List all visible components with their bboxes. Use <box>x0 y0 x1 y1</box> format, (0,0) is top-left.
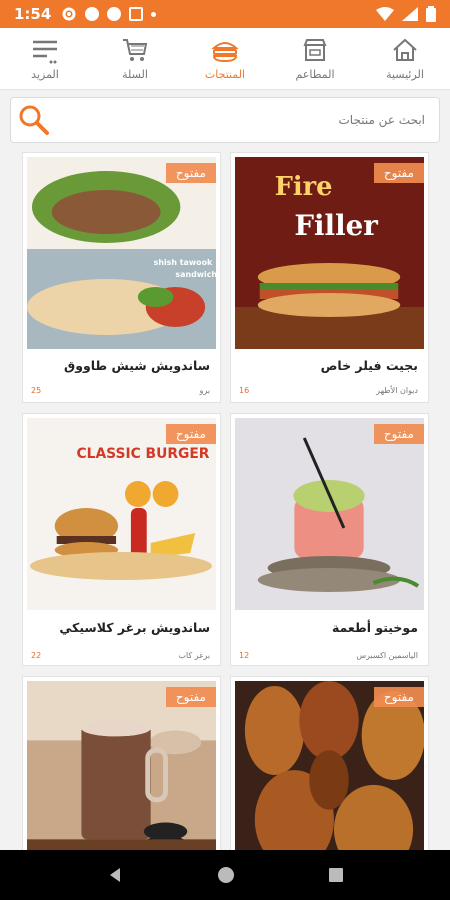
nav-label: المزيد <box>31 68 59 81</box>
product-store: برغر كاب <box>178 651 210 660</box>
status-bar: 1:54 <box>0 0 450 28</box>
product-card[interactable]: Fire Filler مفتوح بجيت فيلر خاص ديوان ال… <box>230 152 429 403</box>
home-button-icon[interactable] <box>217 866 235 884</box>
product-price: 22 <box>31 651 42 660</box>
restaurant-icon <box>303 39 327 61</box>
product-store: الياسمين اكسبرس <box>356 651 418 660</box>
back-icon[interactable] <box>106 866 124 884</box>
search-icon[interactable] <box>17 103 51 137</box>
home-icon <box>393 38 417 61</box>
product-store: برو <box>199 386 210 395</box>
product-card[interactable]: مفتوح <box>22 676 221 850</box>
svg-text:CLASSIC BURGER: CLASSIC BURGER <box>76 446 209 462</box>
product-image: CLASSIC BURGER <box>27 418 216 610</box>
notification-icons <box>61 6 157 22</box>
recents-icon[interactable] <box>328 867 344 883</box>
product-price: 12 <box>239 651 250 660</box>
product-title: ساندويش برغر كلاسيكي <box>59 620 210 635</box>
product-title: موخيتو أطعمة <box>331 620 418 635</box>
products-icon <box>211 42 239 63</box>
status-badge: مفتوح <box>373 687 424 707</box>
product-card[interactable]: shish tawook sandwich مفتوح ساندويش شيش … <box>22 152 221 403</box>
nav-item-more[interactable]: المزيد <box>0 28 90 89</box>
status-badge: مفتوح <box>165 687 216 707</box>
product-card[interactable]: CLASSIC BURGER مفتوح ساندويش برغر كلاسيك… <box>22 413 221 666</box>
product-card[interactable]: مفتوح <box>230 676 429 850</box>
svg-text:Filler: Filler <box>294 209 378 242</box>
more-notifications-icon <box>151 11 157 17</box>
product-image: Fire Filler <box>235 157 424 349</box>
signal-icon <box>402 7 418 21</box>
nav-label: السلة <box>122 68 148 81</box>
product-grid: Fire Filler مفتوح بجيت فيلر خاص ديوان ال… <box>0 150 450 850</box>
status-badge: مفتوح <box>373 163 424 183</box>
nav-item-restaurants[interactable]: المطاعم <box>270 28 360 89</box>
product-price: 16 <box>239 386 250 395</box>
product-image: shish tawook sandwich <box>27 157 216 349</box>
top-navigation: الرئيسية المطاعم المنتجات السلة المزيد <box>0 28 450 90</box>
product-store: ديوان الأطهر <box>376 386 418 395</box>
nav-label: الرئيسية <box>386 68 424 81</box>
notification-dot-icon <box>107 7 122 21</box>
wifi-icon <box>376 7 394 21</box>
product-card[interactable]: مفتوح موخيتو أطعمة الياسمين اكسبرس 12 <box>230 413 429 666</box>
svg-text:shish tawook: shish tawook <box>154 258 213 267</box>
nav-item-cart[interactable]: السلة <box>90 28 180 89</box>
status-time: 1:54 <box>14 5 52 23</box>
svg-text:Fire: Fire <box>275 172 333 202</box>
status-badge: مفتوح <box>165 163 216 183</box>
battery-icon <box>426 6 436 22</box>
status-badge: مفتوح <box>165 424 216 444</box>
notification-square-icon <box>129 7 144 21</box>
nav-item-home[interactable]: الرئيسية <box>360 28 450 89</box>
notification-dot-icon <box>85 7 100 21</box>
nav-item-products[interactable]: المنتجات <box>180 28 270 89</box>
svg-text:sandwich: sandwich <box>175 270 216 279</box>
product-image <box>235 418 424 610</box>
nav-label: المنتجات <box>204 68 246 81</box>
product-title: بجيت فيلر خاص <box>320 358 418 373</box>
product-title: ساندويش شيش طاووق <box>64 358 210 373</box>
search-placeholder: ابحث عن منتجات <box>338 113 426 127</box>
product-price: 25 <box>31 386 42 395</box>
menu-icon <box>33 40 57 64</box>
cart-icon <box>123 39 148 61</box>
system-navigation-bar <box>0 850 450 900</box>
gear-icon <box>62 7 76 21</box>
nav-label: المطاعم <box>295 68 335 81</box>
status-badge: مفتوح <box>373 424 424 444</box>
search-input[interactable]: ابحث عن منتجات <box>10 97 440 143</box>
